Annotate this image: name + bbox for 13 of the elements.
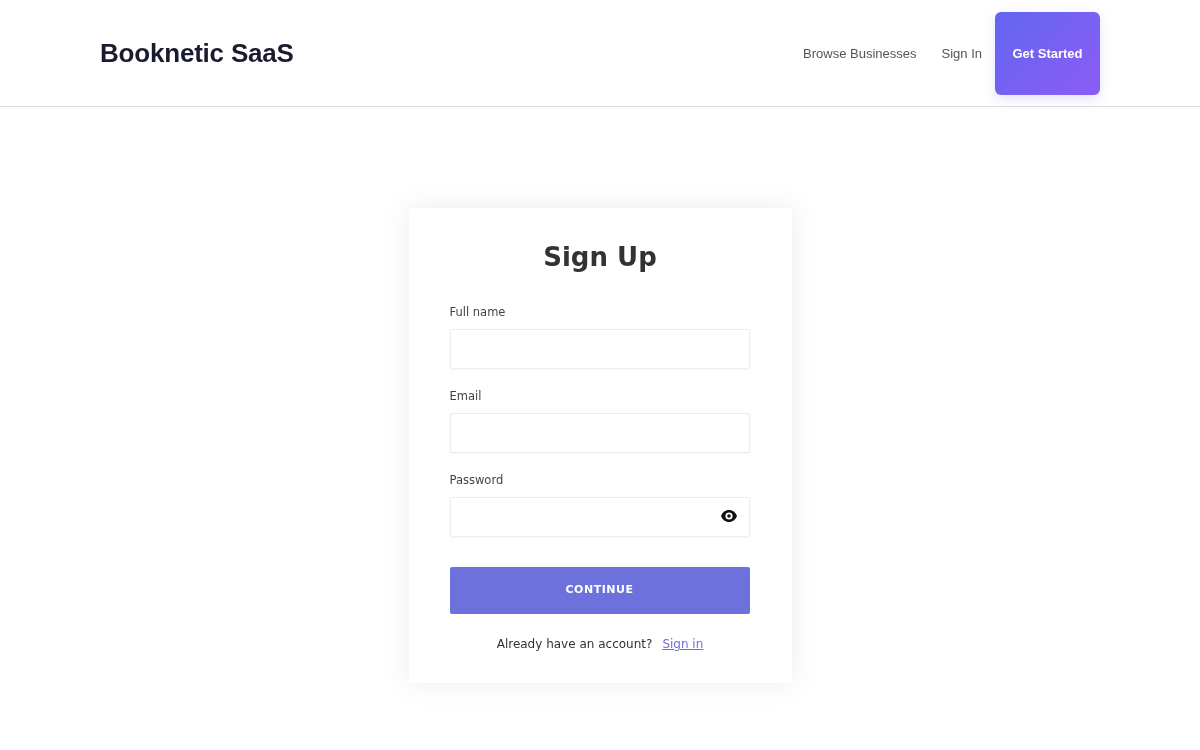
field-label: Password: [449, 472, 505, 489]
password-field[interactable]: [449, 497, 750, 537]
brand-logo-text[interactable]: Booknetic SaaS: [100, 34, 294, 73]
sign-in-link[interactable]: Sign in: [662, 637, 704, 651]
field-label: Email: [449, 388, 483, 405]
account-prompt-text: Already have an account?: [496, 637, 653, 651]
form-title: Sign Up: [542, 241, 658, 274]
field-label: Full name: [449, 304, 507, 321]
continue-button[interactable]: CONTINUE: [449, 567, 750, 614]
eye-icon[interactable]: [720, 510, 737, 522]
nav-link[interactable]: Sign In: [941, 43, 982, 64]
nav-link[interactable]: Browse Businesses: [803, 43, 917, 64]
get-started-button[interactable]: Get Started: [995, 12, 1100, 95]
